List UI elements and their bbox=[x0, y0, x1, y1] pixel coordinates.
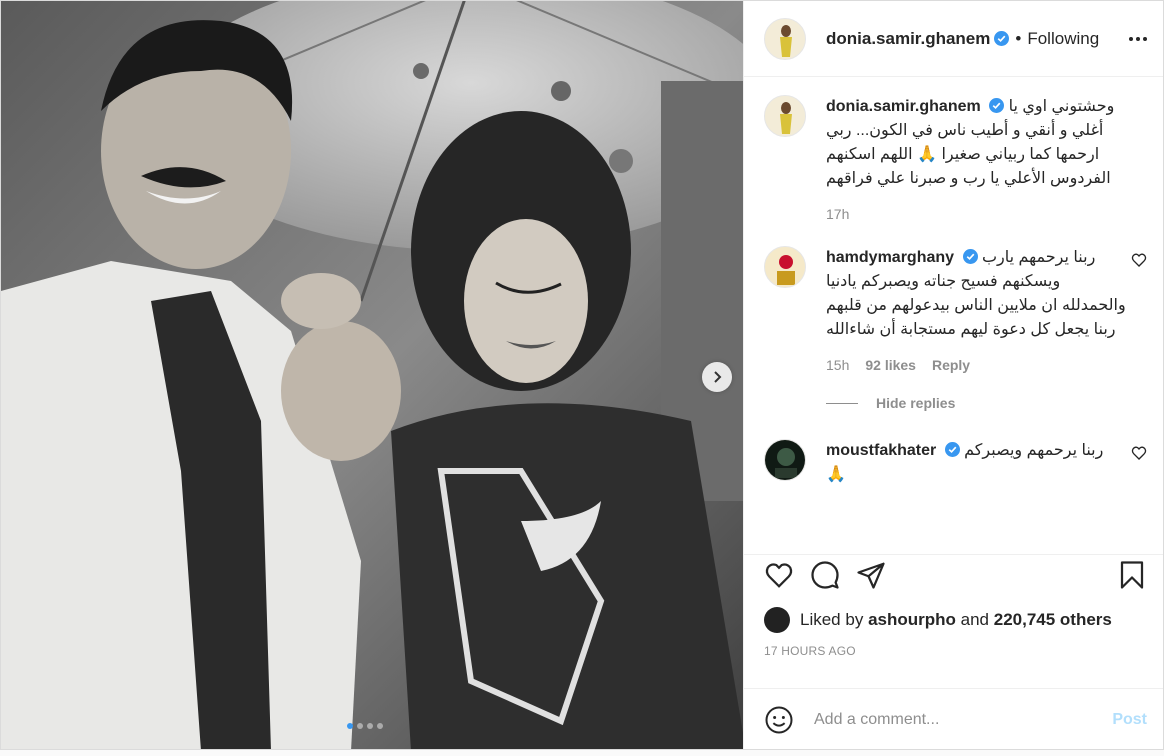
emoji-icon[interactable] bbox=[764, 705, 794, 735]
comment-item: hamdymarghany ربنا يرحمهم يارب ويسكنهم ف… bbox=[764, 246, 1147, 373]
liked-by-others[interactable]: 220,745 others bbox=[994, 610, 1112, 630]
comment-avatar-image bbox=[765, 247, 805, 287]
reply-username[interactable]: moustfakhater bbox=[826, 442, 936, 459]
bookmark-icon[interactable] bbox=[1117, 560, 1147, 590]
header-separator: • bbox=[1015, 28, 1022, 48]
post-header: donia.samir.ghanem • Following bbox=[744, 1, 1163, 77]
heart-icon[interactable] bbox=[764, 560, 794, 590]
reply-item: moustfakhater ربنا يرحمهم ويصبركم 🙏 bbox=[764, 439, 1147, 487]
comment-meta: 15h 92 likes Reply bbox=[826, 357, 1126, 373]
reply-avatar-image bbox=[765, 440, 805, 480]
comment-username[interactable]: hamdymarghany bbox=[826, 249, 954, 266]
author-avatar-image bbox=[765, 18, 805, 59]
carousel-dot bbox=[377, 723, 383, 729]
caption: donia.samir.ghanem وحشتوني اوي يا أغلي و… bbox=[764, 95, 1147, 222]
verified-badge-icon bbox=[989, 98, 1005, 113]
post-timestamp[interactable]: 17 HOURS AGO bbox=[764, 644, 1147, 658]
comments-list: donia.samir.ghanem وحشتوني اوي يا أغلي و… bbox=[744, 77, 1163, 547]
caption-meta: 17h bbox=[826, 206, 1147, 222]
reply-text: moustfakhater ربنا يرحمهم ويصبركم 🙏 bbox=[826, 439, 1126, 487]
add-comment-input[interactable] bbox=[814, 710, 1074, 729]
comment-time[interactable]: 15h bbox=[826, 357, 849, 373]
hide-replies-button[interactable]: Hide replies bbox=[826, 395, 1147, 411]
chevron-right-icon bbox=[714, 371, 722, 383]
reply-like-heart-icon[interactable] bbox=[1131, 445, 1147, 461]
comment-icon[interactable] bbox=[810, 560, 840, 590]
post-actions: Liked by ashourpho and 220,745 others 17… bbox=[744, 554, 1163, 658]
reply-button[interactable]: Reply bbox=[932, 357, 970, 373]
author-username[interactable]: donia.samir.ghanem bbox=[826, 29, 990, 49]
carousel-next-button[interactable] bbox=[702, 362, 732, 392]
comment-avatar[interactable] bbox=[764, 246, 806, 288]
post-comment-button[interactable]: Post bbox=[1112, 711, 1147, 729]
author-avatar[interactable] bbox=[764, 17, 806, 60]
post-photo bbox=[1, 1, 743, 749]
follow-status-button[interactable]: Following bbox=[1027, 29, 1099, 49]
hide-replies-line bbox=[826, 402, 858, 404]
likes-summary: Liked by ashourpho and 220,745 others bbox=[764, 607, 1147, 633]
comment-likes[interactable]: 92 likes bbox=[865, 357, 916, 373]
reply-avatar[interactable] bbox=[764, 439, 806, 481]
liked-by-avatar[interactable] bbox=[764, 607, 790, 633]
share-icon[interactable] bbox=[856, 560, 886, 590]
verified-badge-icon bbox=[962, 249, 978, 264]
post-container: donia.samir.ghanem • Following donia.sam… bbox=[0, 0, 1164, 750]
liked-by-prefix: Liked by bbox=[800, 610, 864, 629]
add-comment-bar: Post bbox=[744, 688, 1163, 750]
hide-replies-label: Hide replies bbox=[876, 395, 956, 411]
post-media[interactable] bbox=[1, 1, 744, 749]
carousel-dot bbox=[357, 723, 363, 729]
carousel-dot bbox=[367, 723, 373, 729]
more-options-icon[interactable] bbox=[1129, 36, 1147, 41]
caption-avatar-image bbox=[765, 96, 805, 136]
carousel-dot-active bbox=[347, 723, 353, 729]
caption-text: donia.samir.ghanem وحشتوني اوي يا أغلي و… bbox=[826, 95, 1147, 191]
verified-badge-icon bbox=[994, 31, 1010, 46]
liked-by-and: and bbox=[960, 610, 990, 629]
liked-by-user[interactable]: ashourpho bbox=[868, 610, 956, 630]
caption-time[interactable]: 17h bbox=[826, 206, 849, 222]
carousel-indicator bbox=[347, 723, 383, 729]
verified-badge-icon bbox=[944, 442, 960, 457]
comment-like-heart-icon[interactable] bbox=[1131, 252, 1147, 268]
caption-username[interactable]: donia.samir.ghanem bbox=[826, 98, 981, 115]
comment-text: hamdymarghany ربنا يرحمهم يارب ويسكنهم ف… bbox=[826, 246, 1126, 342]
caption-avatar[interactable] bbox=[764, 95, 806, 137]
post-sidebar: donia.samir.ghanem • Following donia.sam… bbox=[744, 1, 1163, 749]
